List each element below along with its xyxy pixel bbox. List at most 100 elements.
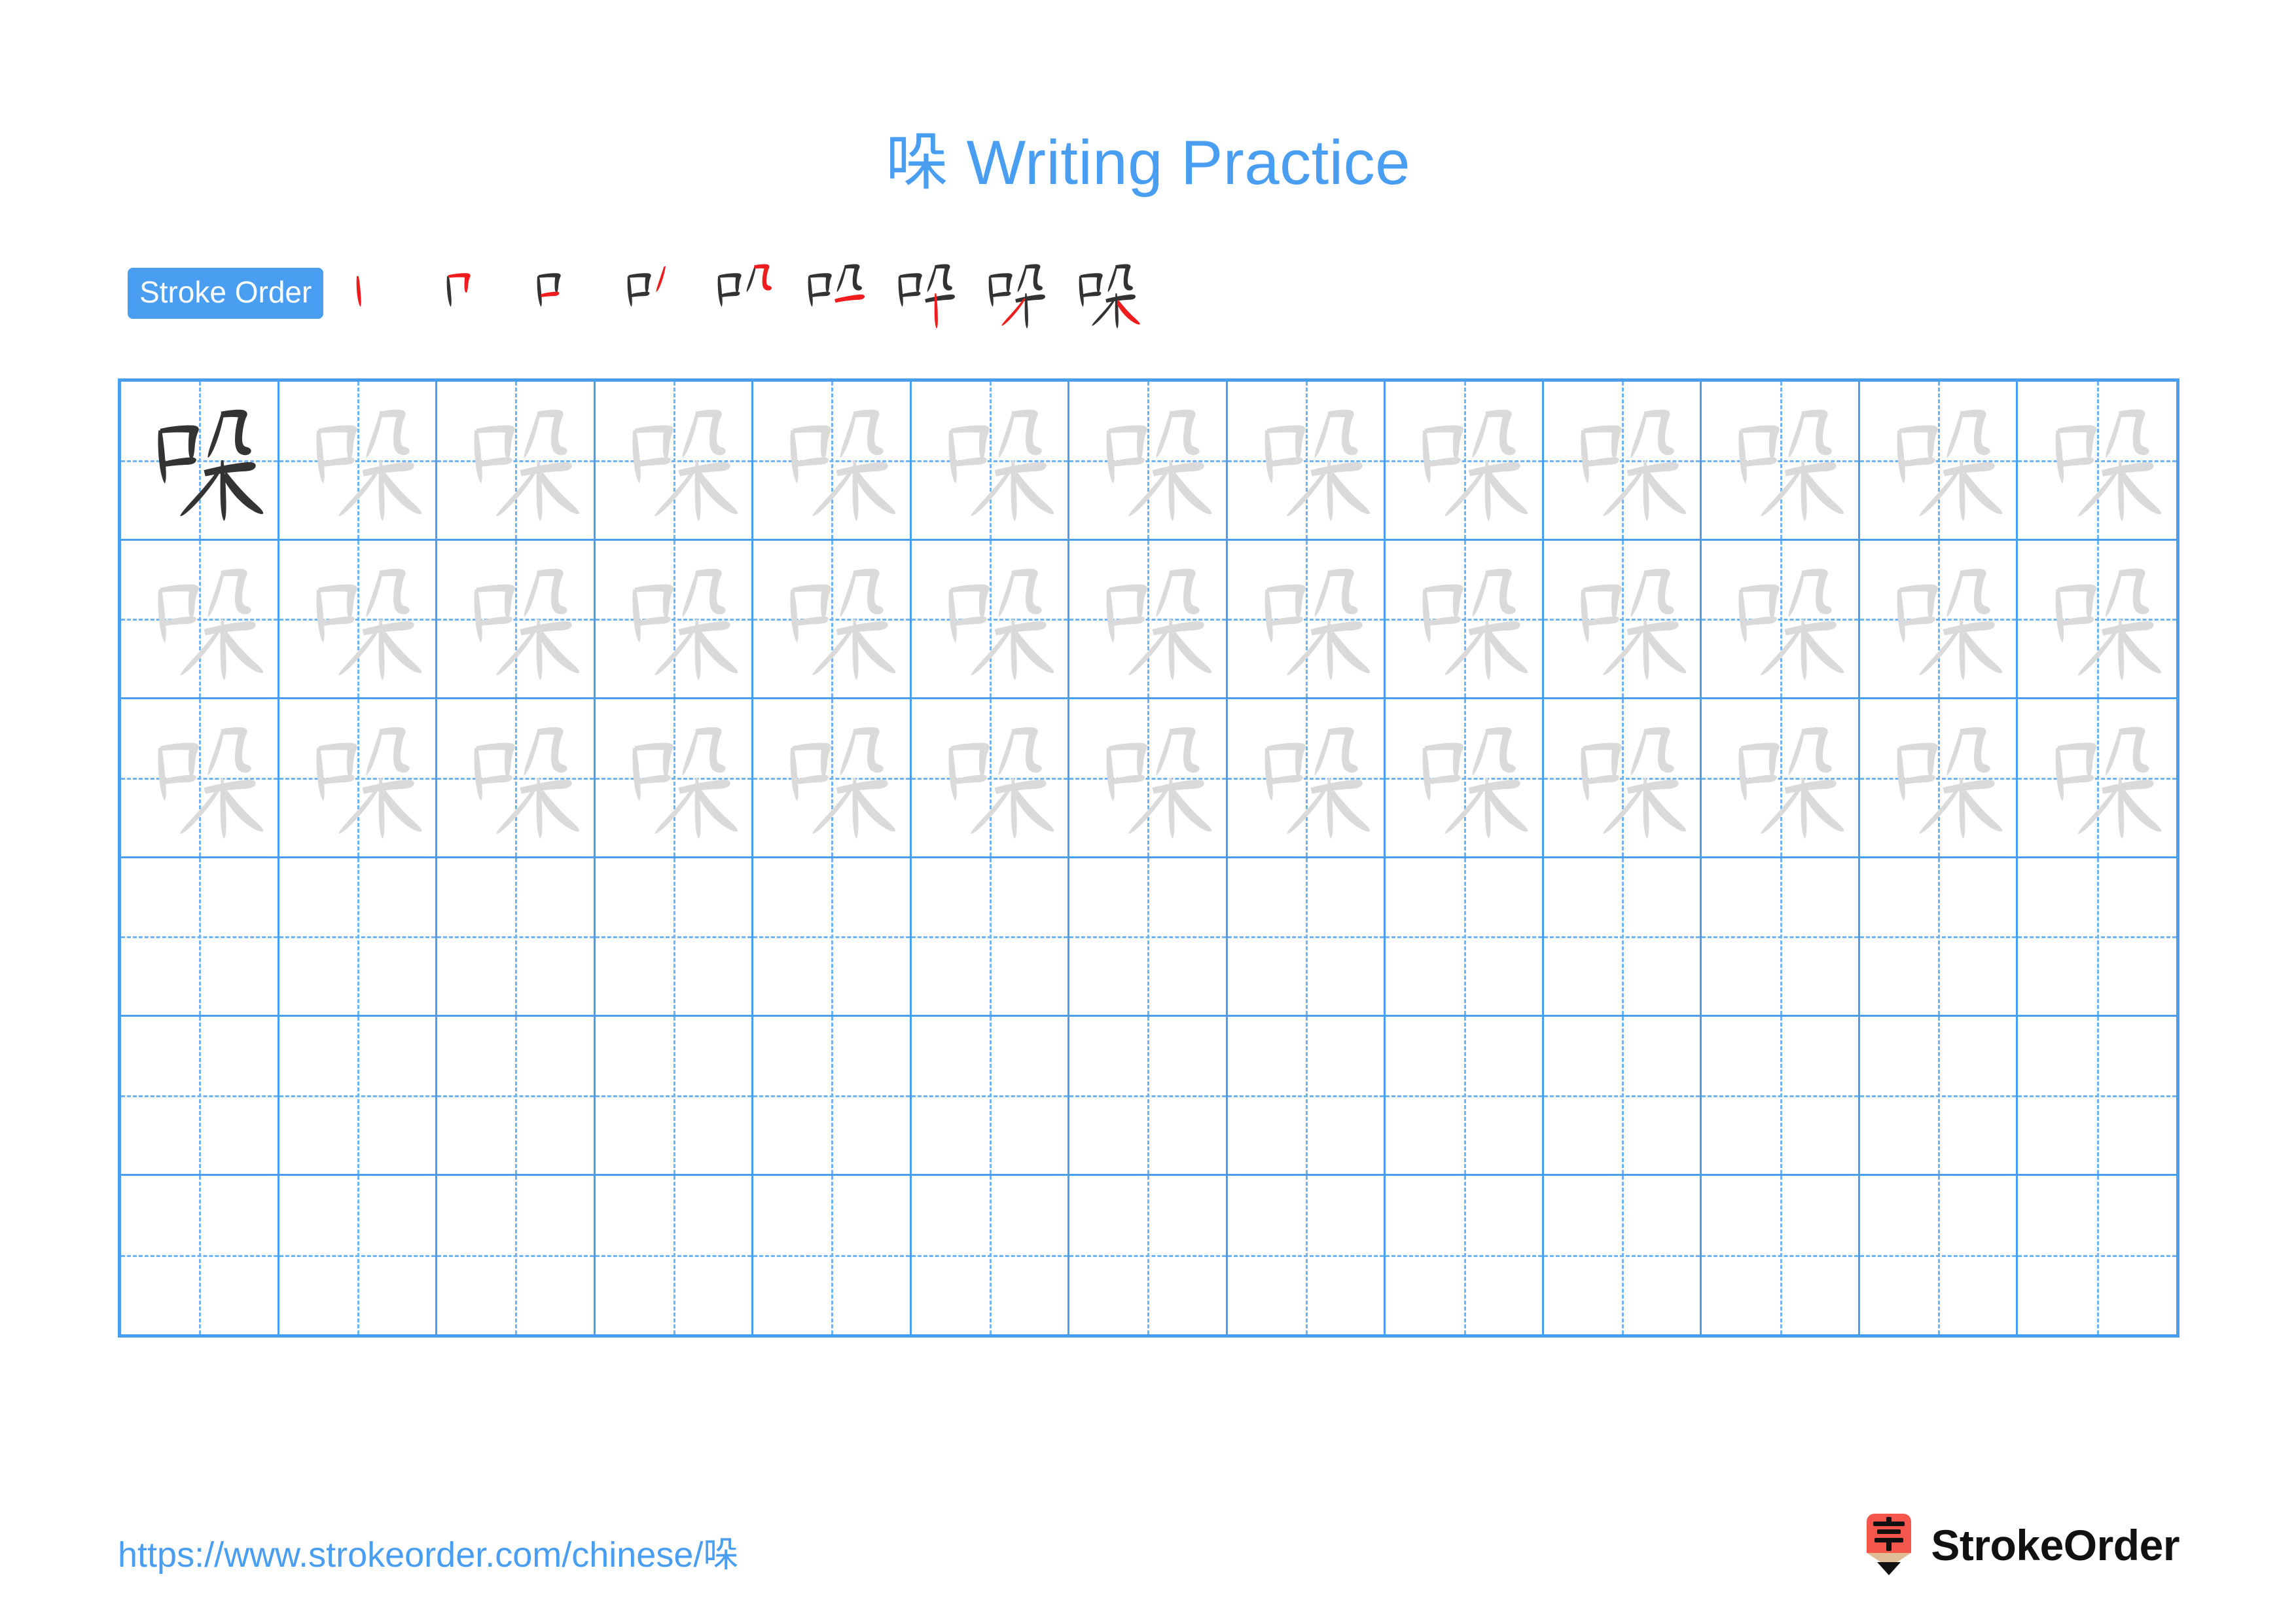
practice-cell-r5-c6[interactable]	[911, 1017, 1070, 1176]
practice-cell-r6-c3[interactable]	[437, 1175, 596, 1334]
practice-cell-r3-c5[interactable]	[753, 699, 912, 858]
practice-cell-r2-c4[interactable]	[595, 540, 754, 699]
practice-cell-r1-c10[interactable]	[1543, 382, 1702, 541]
practice-cell-r5-c1[interactable]	[121, 1017, 279, 1176]
source-url[interactable]: https://www.strokeorder.com/chinese/哚	[118, 1525, 738, 1577]
practice-cell-r4-c3[interactable]	[437, 858, 596, 1017]
brand-logo: StrokeOrder	[1861, 1512, 2179, 1578]
practice-cell-r4-c8[interactable]	[1227, 858, 1386, 1017]
practice-cell-r2-c7[interactable]	[1069, 540, 1228, 699]
practice-cell-r1-c12[interactable]	[1859, 382, 2018, 541]
practice-cell-r2-c13[interactable]	[2018, 540, 2176, 699]
practice-cell-r3-c1[interactable]	[121, 699, 279, 858]
traced-character	[1702, 382, 1858, 539]
practice-cell-r3-c9[interactable]	[1386, 699, 1544, 858]
practice-cell-r6-c13[interactable]	[2018, 1175, 2176, 1335]
practice-cell-r1-c3[interactable]	[437, 382, 596, 541]
practice-cell-r6-c9[interactable]	[1386, 1175, 1544, 1334]
practice-cell-r5-c13[interactable]	[2018, 1017, 2176, 1176]
traced-character	[1386, 541, 1542, 698]
traced-character	[1702, 541, 1858, 698]
stroke-order-section: Stroke Order	[128, 254, 1148, 333]
stroke-step-7	[877, 248, 967, 338]
practice-cell-r2-c1[interactable]	[121, 540, 279, 699]
practice-cell-r1-c11[interactable]	[1702, 382, 1860, 541]
practice-cell-r6-c7[interactable]	[1069, 1175, 1228, 1334]
practice-cell-r3-c4[interactable]	[595, 699, 754, 858]
practice-cell-r3-c12[interactable]	[1859, 699, 2018, 858]
traced-character	[1228, 382, 1384, 539]
practice-cell-r3-c11[interactable]	[1702, 699, 1860, 858]
practice-cell-r5-c3[interactable]	[437, 1017, 596, 1176]
practice-cell-r1-c5[interactable]	[753, 382, 912, 541]
practice-cell-r4-c1[interactable]	[121, 858, 279, 1017]
practice-cell-r1-c9[interactable]	[1386, 382, 1544, 541]
practice-cell-r4-c13[interactable]	[2018, 858, 2176, 1017]
practice-cell-r1-c13[interactable]	[2018, 382, 2176, 541]
practice-cell-r1-c4[interactable]	[595, 382, 754, 541]
practice-cell-r2-c9[interactable]	[1386, 540, 1544, 699]
practice-cell-r1-c6[interactable]	[911, 382, 1070, 541]
practice-cell-r5-c11[interactable]	[1702, 1017, 1860, 1176]
practice-cell-r4-c9[interactable]	[1386, 858, 1544, 1017]
traced-character	[1228, 699, 1384, 856]
practice-cell-r5-c10[interactable]	[1543, 1017, 1702, 1176]
traced-character	[753, 699, 910, 856]
practice-cell-r5-c12[interactable]	[1859, 1017, 2018, 1176]
practice-cell-r3-c7[interactable]	[1069, 699, 1228, 858]
practice-cell-r2-c8[interactable]	[1227, 540, 1386, 699]
practice-cell-r2-c6[interactable]	[911, 540, 1070, 699]
practice-cell-r1-c1[interactable]	[121, 382, 279, 541]
practice-cell-r4-c4[interactable]	[595, 858, 754, 1017]
practice-cell-r3-c3[interactable]	[437, 699, 596, 858]
practice-cell-r4-c5[interactable]	[753, 858, 912, 1017]
practice-cell-r6-c8[interactable]	[1227, 1175, 1386, 1334]
practice-cell-r6-c11[interactable]	[1702, 1175, 1860, 1334]
practice-cell-r3-c2[interactable]	[279, 699, 438, 858]
practice-cell-r4-c12[interactable]	[1859, 858, 2018, 1017]
practice-cell-r4-c10[interactable]	[1543, 858, 1702, 1017]
practice-cell-r2-c3[interactable]	[437, 540, 596, 699]
practice-grid	[118, 378, 2179, 1338]
practice-cell-r6-c5[interactable]	[753, 1175, 912, 1334]
practice-cell-r1-c2[interactable]	[279, 382, 438, 541]
practice-cell-r5-c5[interactable]	[753, 1017, 912, 1176]
stroke-order-steps	[335, 248, 1148, 338]
stroke-step-2-glyph	[447, 273, 471, 307]
practice-cell-r2-c12[interactable]	[1859, 540, 2018, 699]
practice-cell-r6-c10[interactable]	[1543, 1175, 1702, 1334]
traced-character	[1069, 541, 1226, 698]
traced-character	[1544, 382, 1700, 539]
practice-cell-r2-c11[interactable]	[1702, 540, 1860, 699]
practice-cell-r5-c2[interactable]	[279, 1017, 438, 1176]
practice-cell-r5-c8[interactable]	[1227, 1017, 1386, 1176]
practice-cell-r3-c8[interactable]	[1227, 699, 1386, 858]
practice-cell-r6-c2[interactable]	[279, 1175, 438, 1334]
practice-cell-r4-c2[interactable]	[279, 858, 438, 1017]
practice-cell-r1-c7[interactable]	[1069, 382, 1228, 541]
stroke-step-7-glyph	[899, 264, 956, 329]
practice-cell-r3-c10[interactable]	[1543, 699, 1702, 858]
practice-cell-r6-c4[interactable]	[595, 1175, 754, 1334]
practice-cell-r5-c7[interactable]	[1069, 1017, 1228, 1176]
practice-cell-r2-c2[interactable]	[279, 540, 438, 699]
stroke-step-5-glyph	[718, 264, 772, 307]
stroke-step-4-glyph	[628, 266, 666, 307]
practice-cell-r5-c9[interactable]	[1386, 1017, 1544, 1176]
practice-cell-r6-c12[interactable]	[1859, 1175, 2018, 1334]
practice-cell-r4-c11[interactable]	[1702, 858, 1860, 1017]
practice-cell-r2-c5[interactable]	[753, 540, 912, 699]
practice-cell-r4-c6[interactable]	[911, 858, 1070, 1017]
practice-cell-r2-c10[interactable]	[1543, 540, 1702, 699]
practice-cell-r6-c1[interactable]	[121, 1175, 279, 1334]
traced-character	[1860, 382, 2017, 539]
traced-character	[437, 541, 594, 698]
practice-cell-r3-c6[interactable]	[911, 699, 1070, 858]
practice-cell-r3-c13[interactable]	[2018, 699, 2176, 858]
practice-cell-r4-c7[interactable]	[1069, 858, 1228, 1017]
practice-cell-r6-c6[interactable]	[911, 1175, 1070, 1334]
traced-character	[437, 699, 594, 856]
practice-cell-r5-c4[interactable]	[595, 1017, 754, 1176]
practice-cell-r1-c8[interactable]	[1227, 382, 1386, 541]
traced-character	[596, 382, 752, 539]
